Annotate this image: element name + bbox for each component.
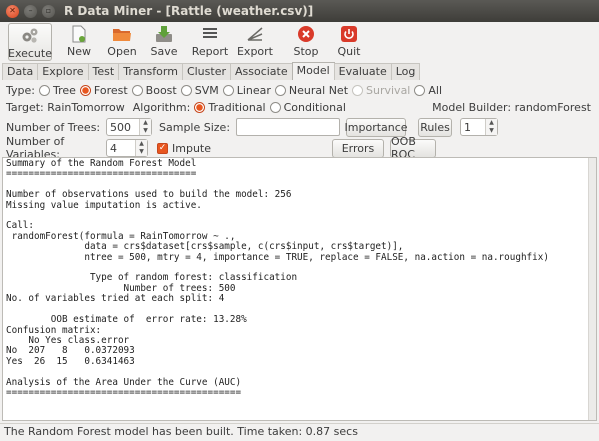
open-label: Open: [107, 45, 137, 58]
sample-size-input[interactable]: [236, 118, 341, 136]
tab-associate[interactable]: Associate: [229, 63, 293, 80]
type-tree-radio[interactable]: [38, 84, 50, 96]
sample-size-label: Sample Size:: [159, 120, 231, 134]
open-button[interactable]: Open: [102, 22, 142, 60]
output-textview[interactable]: Summary of the Random Forest Model =====…: [2, 157, 597, 421]
tab-transform[interactable]: Transform: [118, 63, 183, 80]
type-boost-label[interactable]: Boost: [146, 84, 177, 97]
num-trees-label: Number of Trees:: [6, 120, 101, 134]
save-label: Save: [150, 45, 178, 58]
type-boost-radio[interactable]: [131, 84, 143, 96]
type-all-radio[interactable]: [414, 84, 426, 96]
num-trees-spinner[interactable]: 500 ▲ ▼: [106, 118, 152, 136]
num-vars-spinner[interactable]: 4 ▲ ▼: [106, 139, 148, 157]
type-neural-net-radio[interactable]: [274, 84, 286, 96]
report-label: Report: [191, 45, 229, 58]
execute-label: Execute: [8, 47, 52, 60]
impute-label[interactable]: Impute: [172, 142, 211, 155]
export-button[interactable]: Export: [234, 22, 276, 60]
type-tree-label[interactable]: Tree: [53, 84, 76, 97]
tab-model[interactable]: Model: [291, 62, 335, 80]
type-survival-radio: [352, 84, 364, 96]
rules-spinner[interactable]: 1 ▲ ▼: [460, 118, 499, 136]
open-folder-icon: [112, 24, 132, 44]
rules-button[interactable]: Rules: [418, 117, 453, 137]
execute-gears-icon: [20, 26, 40, 46]
stop-label: Stop: [293, 45, 319, 58]
type-all-label[interactable]: All: [428, 84, 442, 97]
type-forest-label[interactable]: Forest: [94, 84, 128, 97]
save-button[interactable]: Save: [144, 22, 184, 60]
export-label: Export: [236, 45, 273, 58]
importance-button[interactable]: Importance: [345, 117, 408, 137]
spin-arrows-icon[interactable]: ▲ ▼: [139, 119, 151, 135]
target-algorithm-row: Target: RainTomorrow Algorithm: Traditio…: [0, 99, 599, 115]
title-bar: ✕ – ▫ R Data Miner - [Rattle (weather.cs…: [0, 0, 599, 22]
output-scrollbar[interactable]: [588, 158, 596, 420]
new-label: New: [67, 45, 91, 58]
oob-roc-button[interactable]: OOB ROC: [390, 135, 436, 161]
type-svm-label[interactable]: SVM: [195, 84, 219, 97]
type-neural-net-label[interactable]: Neural Net: [289, 84, 348, 97]
tab-log[interactable]: Log: [390, 63, 421, 80]
tab-test[interactable]: Test: [87, 63, 120, 80]
impute-checkbox[interactable]: ✓: [157, 142, 168, 154]
power-icon: [340, 24, 358, 44]
model-builder-text: Model Builder: randomForest: [432, 100, 591, 114]
type-survival-label: Survival: [366, 83, 411, 97]
minimize-window-icon[interactable]: –: [24, 4, 37, 18]
spin-arrows-icon[interactable]: ▲ ▼: [135, 140, 147, 156]
rules-value[interactable]: 1: [461, 121, 485, 134]
algorithm-traditional-label[interactable]: Traditional: [208, 101, 265, 114]
save-download-icon: [155, 24, 173, 44]
tab-explore[interactable]: Explore: [37, 63, 89, 80]
quit-button[interactable]: Quit: [330, 22, 368, 60]
errors-button[interactable]: Errors: [332, 138, 384, 158]
tab-bar: Data Explore Test Transform Cluster Asso…: [0, 62, 599, 80]
execute-button[interactable]: Execute: [8, 23, 52, 61]
algorithm-label: Algorithm:: [132, 100, 191, 114]
stop-button[interactable]: Stop: [286, 22, 326, 60]
algorithm-traditional-radio[interactable]: [194, 101, 206, 113]
target-text: Target: RainTomorrow: [6, 100, 125, 114]
main-toolbar: Execute New Open Save Report Export Stop…: [0, 22, 599, 62]
report-button[interactable]: Report: [188, 22, 232, 60]
type-forest-radio[interactable]: [79, 84, 91, 96]
num-vars-row: Number of Variables: 4 ▲ ▼ ✓ Impute Error…: [0, 135, 599, 161]
tab-cluster[interactable]: Cluster: [181, 63, 231, 80]
stop-icon: [297, 24, 315, 44]
type-linear-label[interactable]: Linear: [237, 84, 271, 97]
export-icon: [246, 24, 264, 44]
type-label: Type:: [6, 83, 35, 97]
model-summary-text: Summary of the Random Forest Model =====…: [6, 158, 549, 398]
type-svm-radio[interactable]: [180, 84, 192, 96]
algorithm-conditional-radio[interactable]: [269, 101, 281, 113]
tab-evaluate[interactable]: Evaluate: [333, 63, 392, 80]
window-title: R Data Miner - [Rattle (weather.csv)]: [64, 4, 314, 18]
quit-label: Quit: [337, 45, 361, 58]
close-window-icon[interactable]: ✕: [6, 4, 19, 18]
model-type-row: Type: Tree Forest Boost SVM Linear Neura…: [0, 82, 599, 98]
algorithm-conditional-label[interactable]: Conditional: [284, 101, 346, 114]
num-trees-value[interactable]: 500: [107, 121, 139, 134]
spin-arrows-icon[interactable]: ▲ ▼: [485, 119, 498, 135]
new-file-icon: [71, 24, 87, 44]
num-trees-row: Number of Trees: 500 ▲ ▼ Sample Size: Imp…: [0, 117, 599, 137]
num-vars-value[interactable]: 4: [107, 142, 135, 155]
maximize-window-icon[interactable]: ▫: [42, 4, 55, 18]
type-linear-radio[interactable]: [222, 84, 234, 96]
tab-data[interactable]: Data: [2, 63, 39, 80]
report-lines-icon: [202, 24, 218, 44]
status-bar: The Random Forest model has been built. …: [0, 423, 599, 441]
new-button[interactable]: New: [60, 22, 98, 60]
